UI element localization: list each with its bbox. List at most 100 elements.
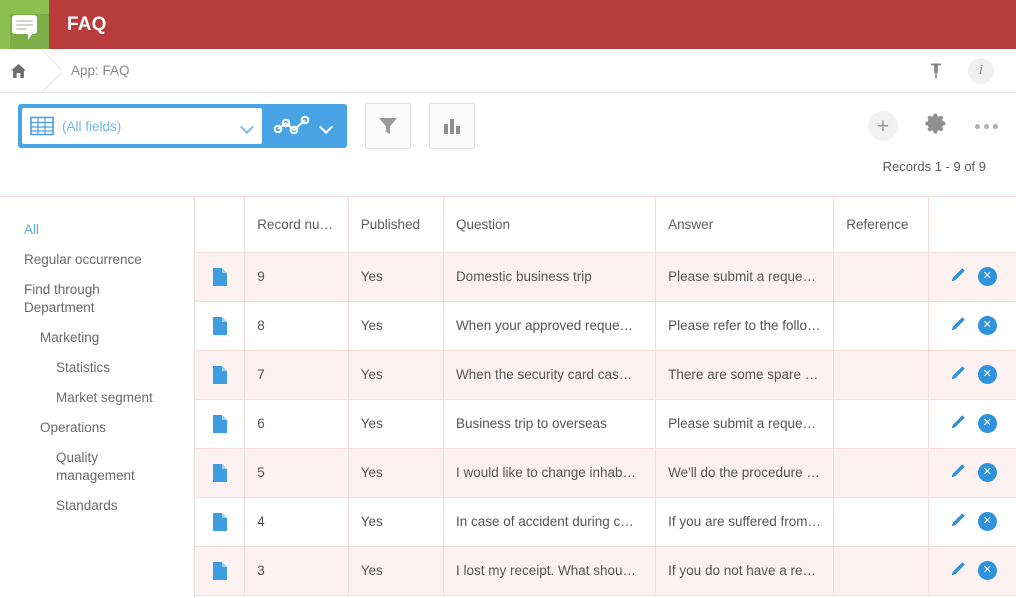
edit-record-button[interactable] — [949, 463, 966, 483]
sidebar-item-quality-management[interactable]: Quality management — [0, 443, 194, 491]
delete-record-button[interactable]: ✕ — [978, 512, 997, 531]
add-record-button[interactable]: + — [868, 111, 898, 141]
cell-question: I would like to change inhab… — [443, 448, 655, 497]
cell-question: Domestic business trip — [443, 252, 655, 301]
sidebar-item-statistics[interactable]: Statistics — [0, 353, 194, 383]
open-record-cell[interactable] — [195, 546, 245, 595]
cell-published: Yes — [348, 497, 443, 546]
cell-reference — [834, 252, 929, 301]
sidebar-item-marketing[interactable]: Marketing — [0, 323, 194, 353]
cell-record-number: 4 — [245, 497, 349, 546]
open-record-cell[interactable] — [195, 301, 245, 350]
cell-actions: ✕ — [929, 301, 1016, 350]
delete-record-button[interactable]: ✕ — [978, 316, 997, 335]
app-window: FAQ App: FAQ i — [0, 0, 1016, 598]
breadcrumb-app-label: App: FAQ — [71, 63, 130, 78]
bar-chart-icon — [441, 115, 463, 137]
document-icon — [213, 366, 227, 384]
cell-published: Yes — [348, 448, 443, 497]
open-record-cell[interactable] — [195, 252, 245, 301]
cell-reference — [834, 350, 929, 399]
table-row[interactable]: 6YesBusiness trip to overseasPlease subm… — [195, 399, 1016, 448]
column-header-question[interactable]: Question — [443, 197, 655, 252]
sidebar-item-standards[interactable]: Standards — [0, 491, 194, 521]
delete-record-button[interactable]: ✕ — [978, 561, 997, 580]
cell-record-number: 9 — [245, 252, 349, 301]
table-row[interactable]: 8YesWhen your approved reque…Please refe… — [195, 301, 1016, 350]
cell-actions: ✕ — [929, 399, 1016, 448]
table-header-row: Record numberPublishedQuestionAnswerRefe… — [195, 197, 1016, 252]
pencil-edit-icon — [949, 267, 966, 284]
record-table-container[interactable]: Record numberPublishedQuestionAnswerRefe… — [195, 197, 1016, 598]
sidebar-item-market-segment[interactable]: Market segment — [0, 383, 194, 413]
sidebar-item-find-through-department[interactable]: Find through Department — [0, 275, 194, 323]
ellipsis-icon — [975, 124, 980, 129]
pencil-edit-icon — [949, 561, 966, 578]
cell-answer: If you do not have a re… — [656, 546, 834, 595]
column-header-published[interactable]: Published — [348, 197, 443, 252]
column-header-record-number[interactable]: Record number — [245, 197, 349, 252]
cell-published: Yes — [348, 399, 443, 448]
chart-button[interactable] — [429, 103, 475, 149]
cell-question: When the security card cas… — [443, 350, 655, 399]
open-record-cell[interactable] — [195, 350, 245, 399]
edit-record-button[interactable] — [949, 267, 966, 287]
document-icon — [213, 415, 227, 433]
cell-actions: ✕ — [929, 546, 1016, 595]
open-record-cell[interactable] — [195, 497, 245, 546]
cell-published: Yes — [348, 301, 443, 350]
chevron-down-icon[interactable] — [320, 122, 333, 130]
delete-record-button[interactable]: ✕ — [978, 365, 997, 384]
cell-reference — [834, 399, 929, 448]
column-header-icon[interactable] — [195, 197, 245, 252]
settings-button[interactable] — [924, 111, 949, 141]
table-row[interactable]: 9YesDomestic business tripPlease submit … — [195, 252, 1016, 301]
cell-actions: ✕ — [929, 252, 1016, 301]
more-options-button[interactable] — [975, 124, 998, 129]
cell-question: In case of accident during c… — [443, 497, 655, 546]
cell-published: Yes — [348, 350, 443, 399]
table-row[interactable]: 7YesWhen the security card cas…There are… — [195, 350, 1016, 399]
edit-record-button[interactable] — [949, 512, 966, 532]
delete-record-button[interactable]: ✕ — [978, 463, 997, 482]
open-record-cell[interactable] — [195, 448, 245, 497]
info-icon[interactable]: i — [968, 58, 994, 84]
content-area: AllRegular occurrenceFind through Depart… — [0, 196, 1016, 598]
table-grid-icon — [30, 116, 54, 136]
app-icon — [0, 0, 49, 49]
edit-record-button[interactable] — [949, 365, 966, 385]
edit-record-button[interactable] — [949, 561, 966, 581]
cell-published: Yes — [348, 546, 443, 595]
document-icon — [213, 464, 227, 482]
pin-icon[interactable] — [926, 61, 946, 81]
delete-record-button[interactable]: ✕ — [978, 267, 997, 286]
table-row[interactable]: 4YesIn case of accident during c…If you … — [195, 497, 1016, 546]
edit-record-button[interactable] — [949, 316, 966, 336]
view-selector-field[interactable]: (All fields) — [22, 108, 262, 144]
gear-icon — [924, 111, 949, 136]
chevron-down-icon[interactable] — [241, 122, 254, 130]
column-header-answer[interactable]: Answer — [656, 197, 834, 252]
graph-selector[interactable] — [262, 114, 343, 138]
edit-record-button[interactable] — [949, 414, 966, 434]
filter-button[interactable] — [365, 103, 411, 149]
open-record-cell[interactable] — [195, 399, 245, 448]
table-body: 9YesDomestic business tripPlease submit … — [195, 252, 1016, 595]
sidebar-item-all[interactable]: All — [0, 215, 194, 245]
home-button[interactable] — [0, 49, 37, 93]
cell-published: Yes — [348, 252, 443, 301]
column-header-reference[interactable]: Reference — [834, 197, 929, 252]
table-row[interactable]: 5YesI would like to change inhab…We'll d… — [195, 448, 1016, 497]
view-selector[interactable]: (All fields) — [18, 104, 347, 148]
cell-actions: ✕ — [929, 448, 1016, 497]
sidebar-item-regular-occurrence[interactable]: Regular occurrence — [0, 245, 194, 275]
sidebar-item-operations[interactable]: Operations — [0, 413, 194, 443]
cell-answer: Please submit a reques… — [656, 399, 834, 448]
table-row[interactable]: 3YesI lost my receipt. What shou…If you … — [195, 546, 1016, 595]
delete-record-button[interactable]: ✕ — [978, 414, 997, 433]
breadcrumb: App: FAQ i — [0, 49, 1016, 93]
cell-actions: ✕ — [929, 350, 1016, 399]
document-icon — [213, 317, 227, 335]
column-header-actions[interactable] — [929, 197, 1016, 252]
line-graph-icon — [274, 114, 310, 138]
